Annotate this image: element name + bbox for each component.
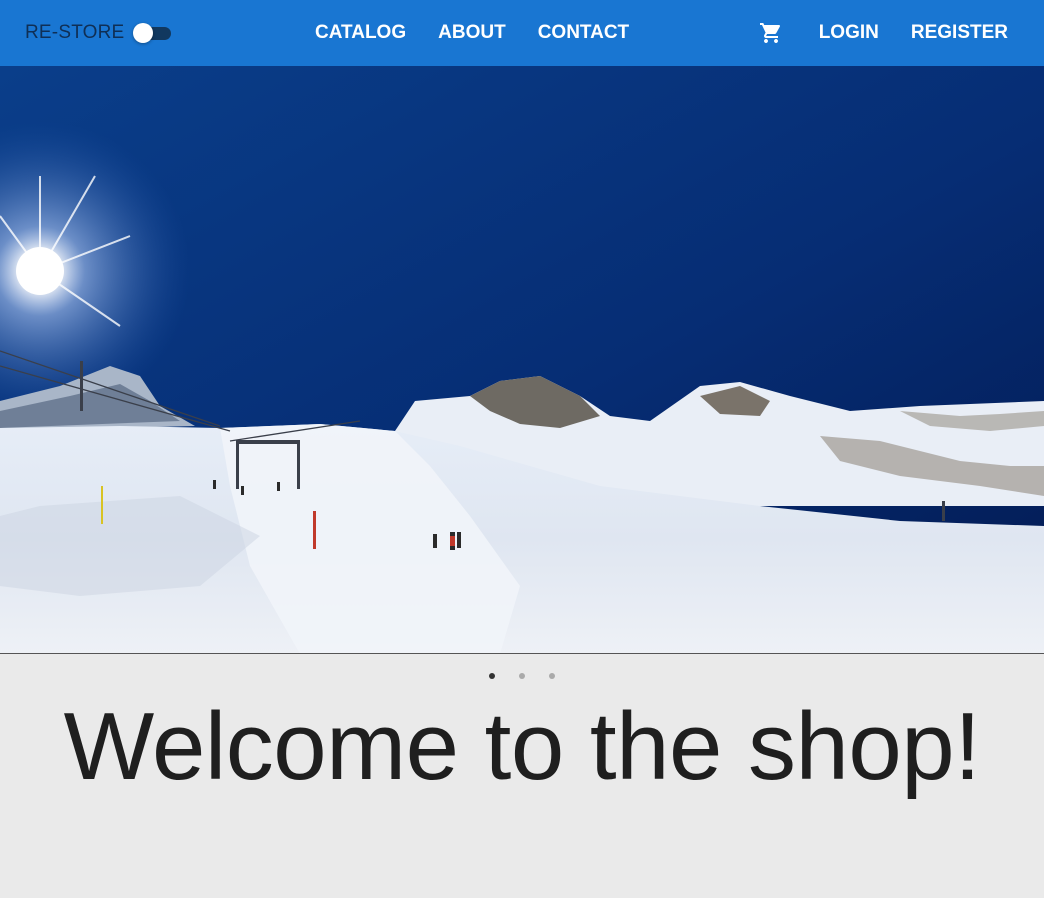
nav-link-contact[interactable]: CONTACT — [522, 22, 645, 44]
nav-link-catalog[interactable]: CATALOG — [299, 22, 422, 44]
dark-mode-toggle[interactable] — [133, 23, 172, 43]
brand-title[interactable]: RE-STORE — [25, 22, 124, 44]
hero-image — [0, 66, 1044, 653]
carousel-dot-2[interactable] — [519, 673, 525, 679]
login-link[interactable]: LOGIN — [803, 22, 895, 44]
register-link[interactable]: REGISTER — [895, 22, 1024, 44]
app-bar: RE-STORE CATALOG ABOUT CONTACT LOGIN REG… — [0, 0, 1044, 66]
cart-button[interactable] — [749, 11, 793, 55]
toggle-thumb[interactable] — [133, 23, 154, 43]
brand: RE-STORE — [25, 0, 172, 66]
main-nav: CATALOG ABOUT CONTACT — [299, 0, 645, 66]
user-nav: LOGIN REGISTER — [749, 0, 1024, 66]
shopping-cart-icon — [759, 23, 780, 43]
welcome-heading: Welcome to the shop! — [63, 693, 981, 800]
carousel-dot-3[interactable] — [549, 673, 555, 679]
hero-carousel[interactable] — [0, 66, 1044, 654]
carousel-indicators — [0, 668, 1044, 684]
nav-link-about[interactable]: ABOUT — [422, 22, 522, 44]
carousel-dot-1[interactable] — [489, 673, 495, 679]
